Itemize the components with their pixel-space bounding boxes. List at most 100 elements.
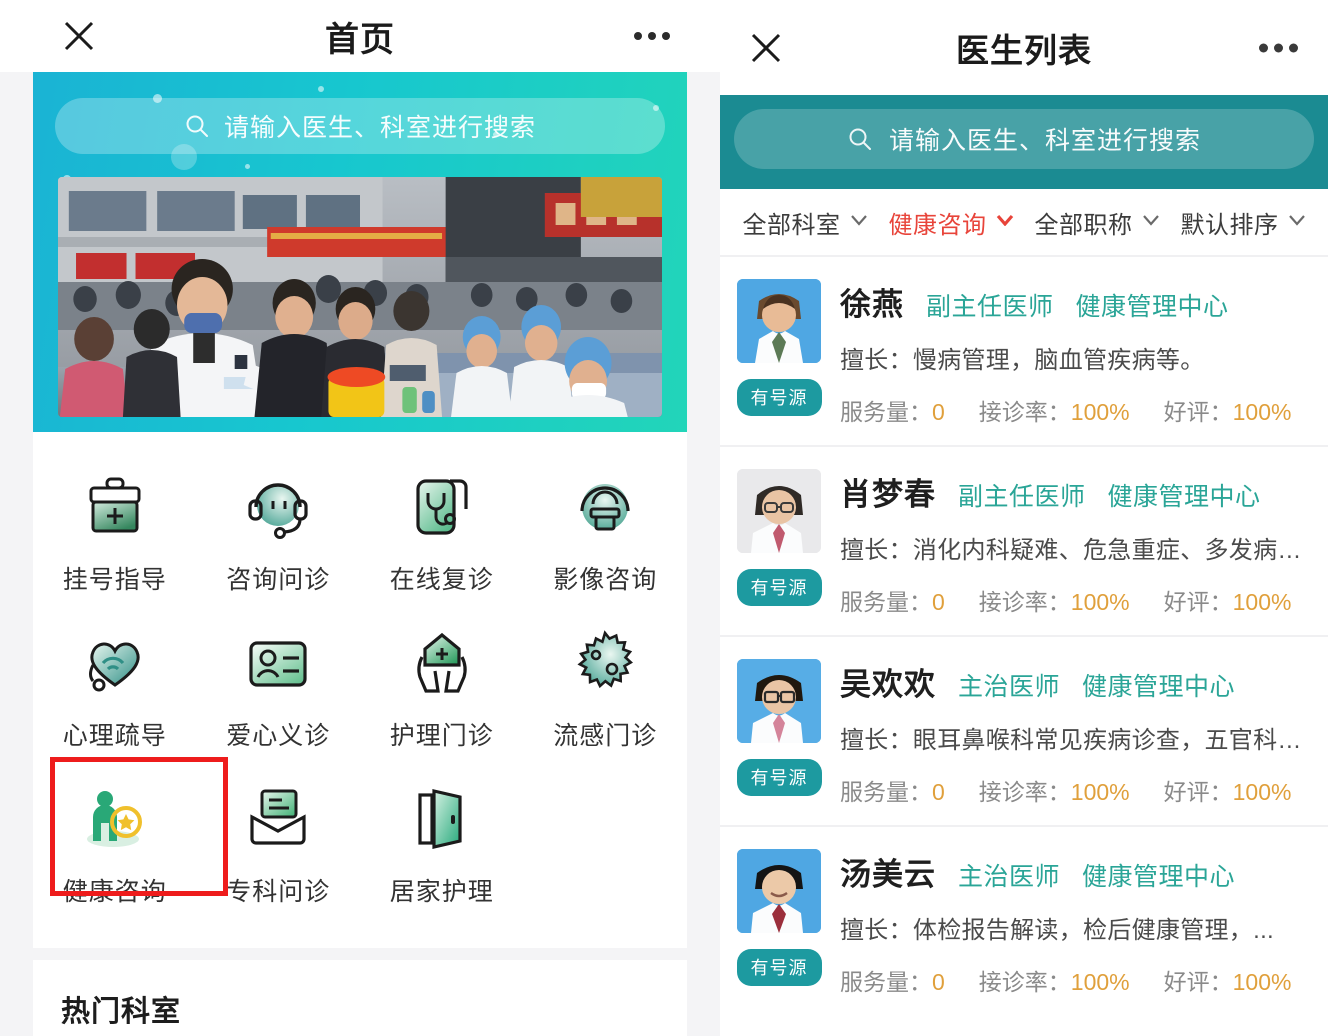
service-item-registration-guide[interactable]: 挂号指导: [33, 450, 197, 606]
stat-praise-rate: 好评：100%: [1164, 963, 1292, 997]
stat-label: 好评：: [1163, 779, 1233, 805]
doctor-stats: 服务量：0 接诊率：100% 好评：100%: [840, 963, 1312, 997]
doctor-header: 徐燕 副主任医师 健康管理中心: [840, 279, 1312, 324]
chevron-down-icon: [1142, 213, 1160, 231]
doctor-specialty: 擅长：体检报告解读，检后健康管理，...: [840, 917, 1275, 944]
service-item-flu-clinic[interactable]: 流感门诊: [524, 606, 688, 762]
doctor-avatar-column: 有号源: [734, 279, 824, 427]
chevron-down-icon: [996, 213, 1014, 231]
service-item-nursing-clinic[interactable]: 护理门诊: [360, 606, 524, 762]
service-item-label: 专科问诊: [226, 878, 331, 906]
service-item-online-revisit[interactable]: 在线复诊: [360, 450, 524, 606]
avatar: [737, 849, 821, 933]
service-item-specialist-consult[interactable]: 专科问诊: [197, 762, 361, 918]
doctor-list-navbar: 医生列表: [720, 0, 1328, 95]
stat-value: 100%: [1232, 969, 1292, 995]
id-card-icon: [239, 624, 317, 702]
doctor-info: 吴欢欢 主治医师 健康管理中心 擅长：眼耳鼻喉科常见疾病诊查，五官科体检... …: [824, 659, 1312, 807]
filter-bar: 全部科室 健康咨询 全部职称 默认排序: [720, 189, 1328, 257]
stat-praise-rate: 好评：100%: [1164, 583, 1292, 617]
doctor-name: 肖梦春: [840, 477, 936, 512]
stat-value: 100%: [1232, 399, 1292, 425]
search-icon: [184, 113, 210, 139]
service-icon-grid: 挂号指导 咨询问诊 在线复诊 影像咨询 心理疏导 爱心义诊 护理门诊 流感门诊 …: [33, 432, 687, 948]
doctor-name: 徐燕: [840, 287, 904, 322]
filter-label: 默认排序: [1180, 211, 1279, 239]
stat-label: 服务量：: [840, 779, 932, 805]
close-icon[interactable]: [62, 19, 96, 53]
service-item-label: 流感门诊: [553, 722, 658, 750]
doctor-department: 健康管理中心: [1107, 483, 1261, 511]
service-item-psychological-support[interactable]: 心理疏导: [33, 606, 197, 762]
filter-department[interactable]: 全部科室: [732, 205, 878, 240]
doctor-list-item[interactable]: 有号源 肖梦春 副主任医师 健康管理中心 擅长：消化内科疑难、危急重症、多发病及…: [720, 447, 1328, 637]
page-title: 首页: [325, 20, 395, 59]
stat-acceptance-rate: 接诊率：100%: [979, 393, 1130, 427]
stat-value: 100%: [1070, 779, 1130, 805]
stat-value: 100%: [1232, 589, 1292, 615]
doctor-header: 吴欢欢 主治医师 健康管理中心: [840, 659, 1312, 704]
service-item-charity-clinic[interactable]: 爱心义诊: [197, 606, 361, 762]
hero-banner: 请输入医生、科室进行搜索: [33, 72, 687, 432]
filter-label: 全部职称: [1034, 211, 1133, 239]
doctor-list-item[interactable]: 有号源 汤美云 主治医师 健康管理中心 擅长：体检报告解读，检后健康管理，...…: [720, 827, 1328, 1015]
service-item-consultation[interactable]: 咨询问诊: [197, 450, 361, 606]
service-item-imaging-consult[interactable]: 影像咨询: [524, 450, 688, 606]
doctor-specialty: 擅长：眼耳鼻喉科常见疾病诊查，五官科体检...: [840, 727, 1312, 754]
service-item-label: 影像咨询: [553, 566, 658, 594]
filter-professional-title[interactable]: 全部职称: [1024, 205, 1170, 240]
stat-label: 服务量：: [840, 399, 932, 425]
service-item-label: 护理门诊: [389, 722, 494, 750]
stat-value: 100%: [1070, 399, 1130, 425]
doctor-info: 汤美云 主治医师 健康管理中心 擅长：体检报告解读，检后健康管理，... 服务量…: [824, 849, 1312, 997]
avatar: [737, 469, 821, 553]
more-dots-icon[interactable]: [1259, 43, 1298, 52]
imaging-scan-icon: [566, 468, 644, 546]
stat-service-volume: 服务量：0: [840, 773, 945, 807]
avatar: [737, 659, 821, 743]
service-grid: 挂号指导 咨询问诊 在线复诊 影像咨询 心理疏导 爱心义诊 护理门诊 流感门诊 …: [33, 450, 687, 918]
home-page-panel: 首页 请输入医生、科室进行搜索 挂号指导 咨询问诊 在线复诊 影像咨询 心理疏导…: [0, 0, 720, 1036]
search-icon: [847, 126, 873, 152]
stat-value: 100%: [1070, 589, 1130, 615]
doctor-department: 健康管理中心: [1075, 293, 1229, 321]
stat-service-volume: 服务量：0: [840, 583, 945, 617]
more-dots-icon[interactable]: [634, 32, 670, 40]
doctor-info: 肖梦春 副主任医师 健康管理中心 擅长：消化内科疑难、危急重症、多发病及常...…: [824, 469, 1312, 617]
service-item-home-care[interactable]: 居家护理: [360, 762, 524, 918]
stethoscope-phone-icon: [403, 468, 481, 546]
service-item-label: 心理疏导: [62, 722, 167, 750]
close-icon[interactable]: [748, 30, 784, 66]
doctor-list-item[interactable]: 有号源 徐燕 副主任医师 健康管理中心 擅长：慢病管理，脑血管疾病等。 服务量：…: [720, 257, 1328, 447]
doctor-stats: 服务量：0 接诊率：100% 好评：100%: [840, 393, 1312, 427]
service-item-label: 咨询问诊: [226, 566, 331, 594]
service-item-label: 在线复诊: [389, 566, 494, 594]
home-search-input[interactable]: 请输入医生、科室进行搜索: [55, 98, 665, 154]
service-item-label: 爱心义诊: [226, 722, 331, 750]
doctor-header: 肖梦春 副主任医师 健康管理中心: [840, 469, 1312, 514]
filter-service-type[interactable]: 健康咨询: [878, 205, 1024, 240]
doctor-list-item[interactable]: 有号源 吴欢欢 主治医师 健康管理中心 擅长：眼耳鼻喉科常见疾病诊查，五官科体检…: [720, 637, 1328, 827]
stat-label: 接诊率：: [978, 589, 1071, 615]
service-item-health-consultation[interactable]: 健康咨询: [33, 762, 197, 918]
doctor-search-input[interactable]: 请输入医生、科室进行搜索: [734, 109, 1314, 169]
doctor-specialty: 擅长：消化内科疑难、危急重症、多发病及常...: [840, 537, 1312, 564]
filter-sort-order[interactable]: 默认排序: [1170, 205, 1316, 240]
chevron-down-icon: [850, 213, 868, 231]
stat-label: 接诊率：: [978, 969, 1071, 995]
status-badge: 有号源: [736, 759, 822, 796]
stat-acceptance-rate: 接诊率：100%: [979, 963, 1130, 997]
stat-acceptance-rate: 接诊率：100%: [979, 773, 1130, 807]
home-search-placeholder: 请输入医生、科室进行搜索: [223, 114, 536, 142]
doctor-info: 徐燕 副主任医师 健康管理中心 擅长：慢病管理，脑血管疾病等。 服务量：0 接诊…: [824, 279, 1312, 427]
stat-praise-rate: 好评：100%: [1164, 773, 1292, 807]
stat-service-volume: 服务量：0: [840, 393, 945, 427]
doctor-search-placeholder: 请输入医生、科室进行搜索: [888, 127, 1201, 155]
avatar: [737, 279, 821, 363]
doctor-list: 有号源 徐燕 副主任医师 健康管理中心 擅长：慢病管理，脑血管疾病等。 服务量：…: [720, 257, 1328, 1015]
stat-service-volume: 服务量：0: [840, 963, 945, 997]
envelope-note-icon: [239, 780, 317, 858]
hot-departments-section: 热门科室: [33, 960, 687, 1036]
stat-value: 0: [932, 779, 945, 805]
doctor-list-panel: 医生列表 请输入医生、科室进行搜索 全部科室 健康咨询 全部职称 默认排序 有号…: [720, 0, 1328, 1036]
